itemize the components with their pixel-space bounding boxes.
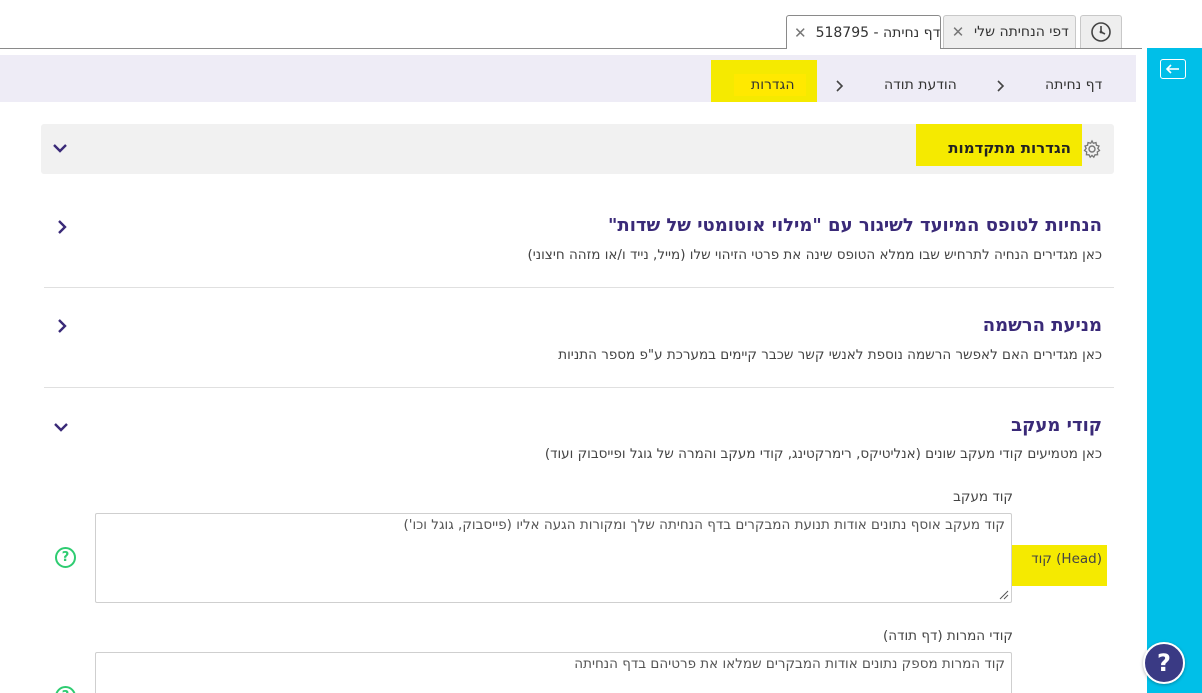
head-code-textarea[interactable]: קוד מעקב אוסף נתונים אודות תנועת המבקרים… xyxy=(95,513,1012,603)
section-tracking-codes[interactable]: קודי מעקב כאן מטמיעים קודי מעקב שונים (א… xyxy=(44,410,1114,470)
advanced-settings-title: הגדרות מתקדמות xyxy=(948,139,1071,157)
section-registration-prevention[interactable]: מניעת הרשמה כאן מגדירים האם לאפשר הרשמה … xyxy=(44,310,1114,370)
section-description: כאן מגדירים האם לאפשר הרשמה נוספת לאנשי … xyxy=(558,347,1102,363)
conversion-code-label: קודי המרות (דף תודה) xyxy=(883,628,1013,644)
tab-label: דפי הנחיתה שלי xyxy=(974,24,1069,40)
divider xyxy=(44,387,1114,388)
chevron-left-icon[interactable] xyxy=(52,317,70,335)
tab-dashboard[interactable] xyxy=(1080,15,1122,48)
breadcrumb-thank-you[interactable]: הודעת תודה xyxy=(884,77,957,93)
advanced-settings-header[interactable]: הגדרות מתקדמות xyxy=(41,124,1114,174)
section-title: הנחיות לטופס המיועד לשיגור עם "מילוי אוט… xyxy=(608,215,1102,236)
right-sidebar xyxy=(1147,48,1202,693)
breadcrumb: דף נחיתה הודעת תודה הגדרות xyxy=(0,55,1136,102)
chevron-left-icon xyxy=(997,80,1005,92)
tab-strip: ✕ דפי הנחיתה שלי ✕ 518795 - דף נחיתה xyxy=(0,0,1142,49)
close-icon[interactable]: ✕ xyxy=(794,24,807,42)
chevron-down-icon[interactable] xyxy=(51,141,69,155)
section-description: כאן מגדירים הנחיה לתרחיש שבו ממלא הטופס … xyxy=(527,247,1102,263)
breadcrumb-landing-page[interactable]: דף נחיתה xyxy=(1045,77,1102,93)
chevron-left-icon[interactable] xyxy=(52,218,70,236)
tab-my-landing-pages[interactable]: ✕ דפי הנחיתה שלי xyxy=(943,15,1076,48)
head-code-placeholder: קוד מעקב אוסף נתונים אודות תנועת המבקרים… xyxy=(403,517,1005,533)
gear-icon xyxy=(1083,139,1101,159)
head-code-label: קוד (Head) xyxy=(1031,551,1102,567)
help-icon[interactable]: ? xyxy=(55,547,76,568)
section-title: מניעת הרשמה xyxy=(982,315,1102,336)
chevron-left-icon xyxy=(836,80,844,92)
section-autofill-guidelines[interactable]: הנחיות לטופס המיועד לשיגור עם "מילוי אוט… xyxy=(44,210,1114,270)
close-icon[interactable]: ✕ xyxy=(951,23,965,41)
arrow-left-icon xyxy=(1165,64,1179,74)
collapse-sidebar-button[interactable] xyxy=(1160,59,1186,79)
section-description: כאן מטמיעים קודי מעקב שונים (אנליטיקס, ר… xyxy=(544,446,1102,462)
tab-label: 518795 - דף נחיתה xyxy=(815,24,941,41)
section-title: קודי מעקב xyxy=(1011,415,1102,436)
resize-grip-icon[interactable] xyxy=(999,590,1009,600)
tab-landing-page-518795[interactable]: ✕ 518795 - דף נחיתה xyxy=(786,15,941,49)
help-icon[interactable]: ? xyxy=(55,686,76,693)
conversion-code-textarea[interactable]: קוד המרות מספק נתונים אודות המבקרים שמלא… xyxy=(95,652,1012,693)
tracking-code-label: קוד מעקב xyxy=(953,489,1013,505)
help-button[interactable]: ? xyxy=(1143,642,1185,684)
page: ✕ דפי הנחיתה שלי ✕ 518795 - דף נחיתה דף … xyxy=(0,0,1202,693)
gauge-icon xyxy=(1091,22,1111,42)
conversion-code-placeholder: קוד המרות מספק נתונים אודות המבקרים שמלא… xyxy=(574,656,1005,672)
divider xyxy=(44,287,1114,288)
breadcrumb-settings[interactable]: הגדרות xyxy=(751,77,794,93)
chevron-down-icon[interactable] xyxy=(52,418,70,436)
tab-strip-divider xyxy=(0,48,1142,49)
